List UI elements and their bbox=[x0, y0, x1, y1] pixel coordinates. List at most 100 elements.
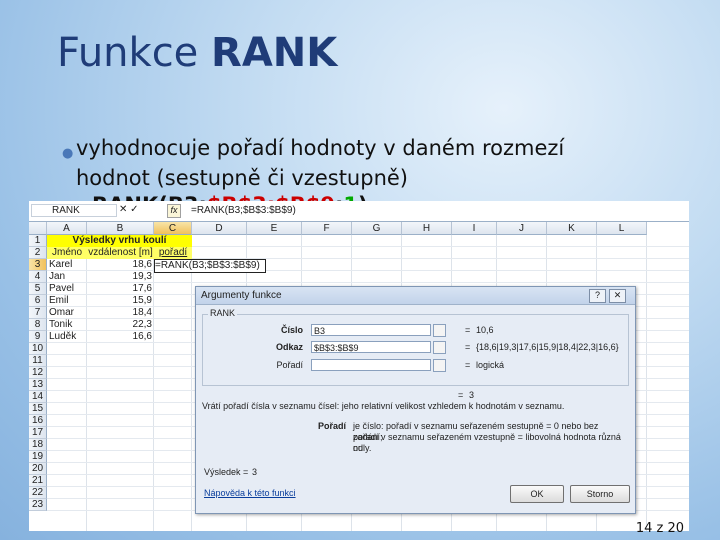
slide-title-normal: Funkce bbox=[57, 30, 212, 76]
name-cell[interactable]: Pavel bbox=[49, 283, 87, 295]
select-all-corner[interactable] bbox=[29, 222, 47, 235]
name-box[interactable]: RANK bbox=[31, 204, 117, 217]
column-header[interactable]: J bbox=[497, 222, 547, 235]
table-header-cell[interactable]: Jméno bbox=[47, 247, 87, 259]
column-header[interactable]: G bbox=[352, 222, 402, 235]
column-header[interactable]: K bbox=[547, 222, 597, 235]
collapse-dialog-icon[interactable] bbox=[433, 341, 446, 354]
distance-cell[interactable]: 16,6 bbox=[87, 331, 152, 343]
result-label: Výsledek = bbox=[204, 467, 249, 477]
distance-cell[interactable]: 18,4 bbox=[87, 307, 152, 319]
arg-eq-1: = bbox=[465, 325, 471, 335]
row-header[interactable]: 21 bbox=[29, 475, 47, 487]
row-header[interactable]: 18 bbox=[29, 439, 47, 451]
bullet-line-2: hodnot (sestupně či vzestupně) bbox=[76, 166, 408, 190]
group-label: RANK bbox=[208, 308, 238, 318]
collapse-dialog-icon[interactable] bbox=[433, 324, 446, 337]
row-header[interactable]: 3 bbox=[29, 259, 47, 271]
distance-cell[interactable]: 17,6 bbox=[87, 283, 152, 295]
row-header[interactable]: 1 bbox=[29, 235, 47, 247]
row-header[interactable]: 10 bbox=[29, 343, 47, 355]
column-header[interactable]: L bbox=[597, 222, 647, 235]
row-header[interactable]: 22 bbox=[29, 487, 47, 499]
function-description: Vrátí pořadí čísla v seznamu čísel: jeho… bbox=[202, 401, 565, 411]
row-header[interactable]: 15 bbox=[29, 403, 47, 415]
arg-input-poradi[interactable] bbox=[311, 359, 431, 371]
row-header[interactable]: 12 bbox=[29, 367, 47, 379]
name-cell[interactable]: Karel bbox=[49, 259, 87, 271]
param-name: Pořadí bbox=[317, 421, 346, 431]
slide-title: Funkce RANK bbox=[57, 30, 337, 76]
excel-window: RANK ✕ ✓ fx =RANK(B3;$B$3:$B$9) ABCDEFGH… bbox=[29, 201, 689, 531]
help-link[interactable]: Nápověda k této funkci bbox=[204, 488, 296, 498]
bullet-dot-icon: ● bbox=[62, 146, 74, 161]
active-cell-editor[interactable]: =RANK(B3;$B$3:$B$9) bbox=[154, 259, 266, 273]
row-header[interactable]: 13 bbox=[29, 379, 47, 391]
dialog-title: Argumenty funkce bbox=[196, 287, 635, 305]
name-cell[interactable]: Luděk bbox=[49, 331, 87, 343]
row-header[interactable]: 8 bbox=[29, 319, 47, 331]
total-eq: = bbox=[458, 390, 464, 400]
arg-eq-3: = bbox=[465, 360, 471, 370]
name-cell[interactable]: Emil bbox=[49, 295, 87, 307]
column-header[interactable]: F bbox=[302, 222, 352, 235]
table-header-cell[interactable]: vzdálenost [m] bbox=[87, 247, 154, 259]
close-button[interactable]: ✕ bbox=[609, 289, 626, 303]
arg-label-poradi: Pořadí bbox=[276, 360, 303, 370]
formula-input[interactable]: =RANK(B3;$B$3:$B$9) bbox=[191, 205, 296, 216]
column-header[interactable]: D bbox=[192, 222, 247, 235]
row-header[interactable]: 14 bbox=[29, 391, 47, 403]
row-header[interactable]: 6 bbox=[29, 295, 47, 307]
column-header[interactable]: H bbox=[402, 222, 452, 235]
row-header[interactable]: 7 bbox=[29, 307, 47, 319]
arg-input-odkaz[interactable]: $B$3:$B$9 bbox=[311, 341, 431, 353]
arg-label-odkaz: Odkaz bbox=[275, 342, 303, 352]
row-header[interactable]: 23 bbox=[29, 499, 47, 511]
row-header[interactable]: 2 bbox=[29, 247, 47, 259]
row-header[interactable]: 9 bbox=[29, 331, 47, 343]
formula-bar-buttons[interactable]: ✕ ✓ bbox=[119, 204, 139, 215]
column-header[interactable]: B bbox=[87, 222, 154, 235]
formula-bar: RANK ✕ ✓ fx =RANK(B3;$B$3:$B$9) bbox=[29, 201, 689, 222]
bullet-line-1: vyhodnocuje pořadí hodnoty v daném rozme… bbox=[76, 136, 565, 160]
distance-cell[interactable]: 19,3 bbox=[87, 271, 152, 283]
arg-input-cislo[interactable]: B3 bbox=[311, 324, 431, 336]
bullet-text: ● vyhodnocuje pořadí hodnoty v daném roz… bbox=[62, 133, 676, 193]
name-cell[interactable]: Omar bbox=[49, 307, 87, 319]
column-header[interactable]: I bbox=[452, 222, 497, 235]
table-title-cell[interactable]: Výsledky vrhu koulí bbox=[47, 235, 192, 247]
distance-cell[interactable]: 22,3 bbox=[87, 319, 152, 331]
row-header[interactable]: 19 bbox=[29, 451, 47, 463]
collapse-dialog-icon[interactable] bbox=[433, 359, 446, 372]
ok-button[interactable]: OK bbox=[510, 485, 564, 503]
function-arguments-dialog: Argumenty funkce ? ✕ RANK Číslo B3 = 10,… bbox=[195, 286, 636, 514]
row-header[interactable]: 5 bbox=[29, 283, 47, 295]
row-header[interactable]: 11 bbox=[29, 355, 47, 367]
column-header[interactable]: C bbox=[154, 222, 192, 235]
name-cell[interactable]: Jan bbox=[49, 271, 87, 283]
row-header[interactable]: 20 bbox=[29, 463, 47, 475]
column-header[interactable]: E bbox=[247, 222, 302, 235]
arg-label-cislo: Číslo bbox=[280, 325, 303, 335]
arg-result-cislo: 10,6 bbox=[476, 325, 494, 335]
arg-eq-2: = bbox=[465, 342, 471, 352]
result-value: 3 bbox=[252, 467, 258, 477]
row-header[interactable]: 4 bbox=[29, 271, 47, 283]
arg-result-odkaz: {18,6|19,3|17,6|15,9|18,4|22,3|16,6} bbox=[476, 342, 619, 352]
distance-cell[interactable]: 18,6 bbox=[87, 259, 152, 271]
page-number: 14 z 20 bbox=[635, 521, 684, 536]
column-header[interactable]: A bbox=[47, 222, 87, 235]
row-header[interactable]: 16 bbox=[29, 415, 47, 427]
arg-result-poradi: logická bbox=[476, 360, 505, 370]
cancel-button[interactable]: Storno bbox=[570, 485, 630, 503]
name-cell[interactable]: Tonik bbox=[49, 319, 87, 331]
distance-cell[interactable]: 15,9 bbox=[87, 295, 152, 307]
slide-title-bold: RANK bbox=[211, 30, 338, 76]
help-button[interactable]: ? bbox=[589, 289, 606, 303]
arguments-group: RANK Číslo B3 = 10,6 Odkaz $B$3:$B$9 = {… bbox=[202, 308, 629, 386]
total-result: 3 bbox=[469, 390, 475, 400]
table-header-cell[interactable]: pořadí bbox=[154, 247, 192, 259]
insert-function-icon[interactable]: fx bbox=[167, 204, 181, 218]
param-description-3: nuly. bbox=[353, 443, 372, 453]
row-header[interactable]: 17 bbox=[29, 427, 47, 439]
